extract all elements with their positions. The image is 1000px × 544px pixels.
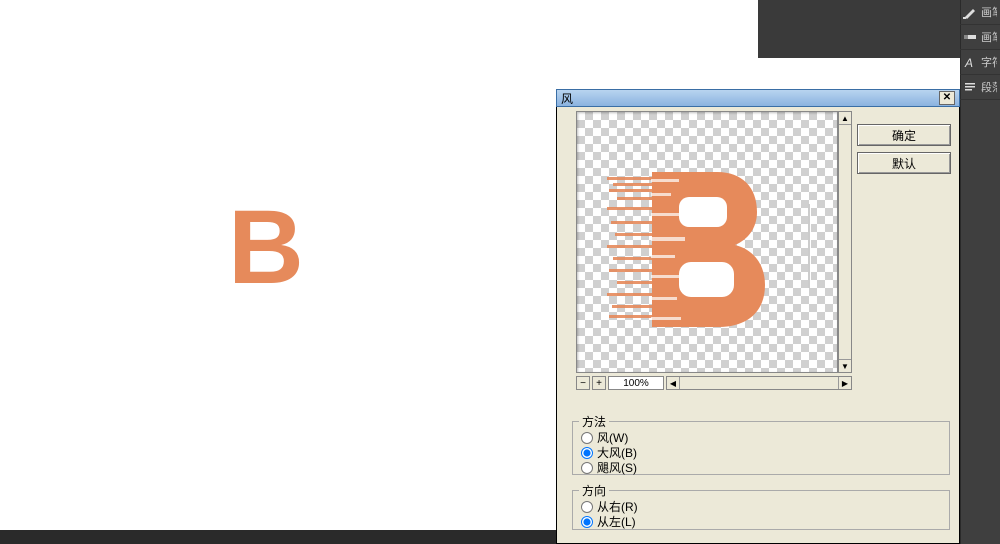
ok-label: 确定 <box>892 127 916 144</box>
close-button[interactable]: ✕ <box>939 91 955 105</box>
ok-button[interactable]: 确定 <box>857 124 951 146</box>
panel-brush-preset[interactable]: 画笔 <box>960 25 1000 50</box>
minus-icon: − <box>580 378 586 389</box>
panel-label: 字符 <box>981 54 997 70</box>
direction-option-left[interactable]: 从左(L) <box>573 514 949 529</box>
plus-icon: + <box>596 378 602 389</box>
docked-panels[interactable]: 画笔 画笔 A 字符 段落 <box>960 0 1000 544</box>
filter-preview[interactable] <box>576 111 838 373</box>
radio-storm[interactable] <box>581 462 593 474</box>
default-label: 默认 <box>892 155 916 172</box>
panel-paragraph[interactable]: 段落 <box>960 75 1000 100</box>
method-option-storm[interactable]: 飓风(S) <box>573 460 949 475</box>
scroll-down-button[interactable]: ▼ <box>839 359 851 372</box>
method-legend: 方法 <box>579 413 609 430</box>
preview-horizontal-scrollbar[interactable]: ◀ ▶ <box>666 376 852 390</box>
direction-legend: 方向 <box>579 482 609 499</box>
opt-label: 飓风(S) <box>597 459 637 476</box>
opt-label: 从左(L) <box>597 513 636 530</box>
preview-vertical-scrollbar[interactable]: ▲ ▼ <box>838 111 852 373</box>
panel-brush[interactable]: 画笔 <box>960 0 1000 25</box>
scroll-right-button[interactable]: ▶ <box>838 377 851 389</box>
direction-group: 方向 从右(R) 从左(L) <box>572 482 950 530</box>
zoom-percent[interactable]: 100% <box>608 376 664 390</box>
radio-from-right[interactable] <box>581 501 593 513</box>
zoom-out-button[interactable]: − <box>576 376 590 390</box>
method-option-blast[interactable]: 大风(B) <box>573 445 949 460</box>
panel-label: 画笔 <box>981 29 997 45</box>
svg-text:A: A <box>964 56 973 69</box>
method-group: 方法 风(W) 大风(B) 飓风(S) <box>572 413 950 475</box>
direction-option-right[interactable]: 从右(R) <box>573 499 949 514</box>
radio-wind[interactable] <box>581 432 593 444</box>
radio-from-left[interactable] <box>581 516 593 528</box>
panel-character[interactable]: A 字符 <box>960 50 1000 75</box>
zoom-in-button[interactable]: + <box>592 376 606 390</box>
method-option-wind[interactable]: 风(W) <box>573 430 949 445</box>
scroll-up-button[interactable]: ▲ <box>839 112 851 125</box>
dialog-title: 风 <box>561 90 939 107</box>
right-dark-strip <box>758 0 960 58</box>
panel-label: 段落 <box>981 79 997 95</box>
radio-blast[interactable] <box>581 447 593 459</box>
dialog-titlebar[interactable]: 风 ✕ <box>556 89 960 107</box>
default-button[interactable]: 默认 <box>857 152 951 174</box>
panel-label: 画笔 <box>981 4 997 20</box>
preview-side-guide <box>808 204 810 288</box>
canvas-letter-B: B <box>228 195 304 300</box>
zoom-controls: − + 100% ◀ ▶ <box>576 376 852 390</box>
preview-letter-wind <box>607 167 767 337</box>
close-icon: ✕ <box>943 93 951 103</box>
scroll-left-button[interactable]: ◀ <box>667 377 680 389</box>
